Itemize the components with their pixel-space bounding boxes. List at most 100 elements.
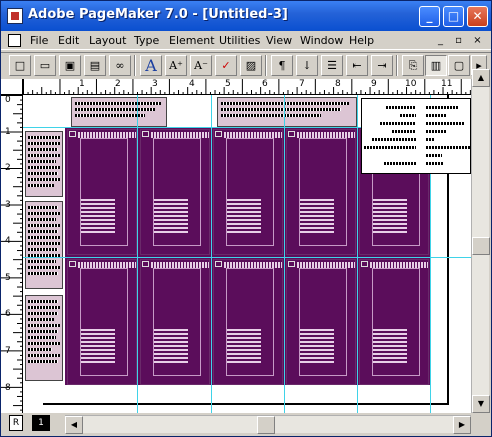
business-card-frame[interactable]	[140, 259, 210, 385]
document-control-icon[interactable]	[8, 34, 21, 47]
vertical-guide[interactable]	[211, 95, 212, 413]
horizontal-scroll-thumb[interactable]	[257, 416, 275, 434]
indent-left-icon[interactable]: ⇤	[346, 55, 368, 76]
find-binoculars-icon[interactable]: ∞	[109, 55, 131, 76]
ruler-label: 3	[5, 200, 11, 210]
scroll-right-button[interactable]: ▶	[453, 416, 471, 434]
copy-icon[interactable]: ⎘	[402, 55, 424, 76]
print-icon[interactable]: ▤	[84, 55, 106, 76]
scroll-up-button[interactable]: ▲	[472, 69, 490, 87]
text-line	[28, 172, 58, 175]
minimize-button[interactable]: _	[419, 6, 440, 27]
horizontal-scrollbar[interactable]: ◀ ▶	[65, 415, 471, 434]
toolbar-separator	[134, 55, 136, 76]
type-size-icon[interactable]: A	[140, 55, 162, 76]
paragraph-icon[interactable]: ¶	[271, 55, 293, 76]
header-frame-left[interactable]	[71, 97, 167, 127]
text-flow-icon[interactable]: ↓	[296, 55, 318, 76]
bullets-icon[interactable]: ☰	[321, 55, 343, 76]
title-bar[interactable]: Adobe PageMaker 7.0 - [Untitled-3] _ □ ✕	[1, 1, 491, 31]
open-folder-icon[interactable]: ▭	[34, 55, 56, 76]
doc-close-button[interactable]: ×	[470, 34, 485, 47]
sidebar-frame-1[interactable]	[25, 131, 63, 197]
scroll-down-button[interactable]: ▼	[472, 395, 490, 413]
horizontal-guide[interactable]	[23, 257, 471, 258]
card-body-text	[373, 198, 407, 234]
vertical-guide[interactable]	[357, 95, 358, 413]
page-1-tab[interactable]: 1	[32, 415, 50, 431]
vertical-scrollbar[interactable]: ▲ ▼	[471, 69, 490, 413]
text-line	[28, 312, 58, 315]
ruler-ticks	[23, 79, 471, 94]
vertical-guide[interactable]	[284, 95, 285, 413]
increase-size-icon[interactable]: A⁺	[165, 55, 187, 76]
decrease-size-icon[interactable]: A⁻	[190, 55, 212, 76]
menu-element[interactable]: Element	[169, 34, 215, 47]
business-card-frame[interactable]	[213, 259, 283, 385]
close-button[interactable]: ✕	[467, 6, 488, 27]
ruler-label: 1	[79, 79, 85, 89]
floating-text-frame[interactable]	[361, 98, 471, 174]
card-body-text	[81, 198, 115, 234]
business-card-frame[interactable]	[286, 129, 356, 255]
horizontal-ruler[interactable]: 1 2 3 4 5 6 7 8 9 10 11	[23, 79, 471, 95]
ruler-label: 4	[189, 79, 195, 89]
ruler-label: 6	[5, 309, 11, 319]
ruler-label: 6	[262, 79, 268, 89]
menu-file[interactable]: File	[30, 34, 48, 47]
text-line	[372, 138, 416, 141]
vertical-scroll-thumb[interactable]	[472, 237, 490, 255]
save-icon[interactable]: ▣	[59, 55, 81, 76]
new-document-icon[interactable]: □	[9, 55, 31, 76]
menu-view[interactable]: View	[266, 34, 292, 47]
text-line	[28, 166, 60, 169]
fill-stroke-icon[interactable]: ▨	[240, 55, 262, 76]
menu-edit[interactable]: Edit	[58, 34, 79, 47]
menu-layout[interactable]: Layout	[89, 34, 126, 47]
text-line	[221, 108, 341, 111]
business-card-frame[interactable]	[213, 129, 283, 255]
doc-restore-button[interactable]: ▫	[451, 34, 466, 47]
text-line	[28, 342, 60, 345]
business-card-frame[interactable]	[359, 259, 429, 385]
business-card-frame[interactable]	[67, 129, 137, 255]
menu-bar: File Edit Layout Type Element Utilities …	[1, 31, 491, 50]
vertical-ruler[interactable]: 0 1 2 3 4 5 6 7 8	[1, 95, 23, 413]
menu-help[interactable]: Help	[349, 34, 374, 47]
text-line	[28, 242, 60, 245]
text-line	[28, 354, 60, 357]
vertical-guide[interactable]	[137, 95, 138, 413]
frame-icon	[288, 131, 295, 137]
maximize-button[interactable]: □	[443, 6, 464, 27]
menu-type[interactable]: Type	[134, 34, 159, 47]
text-line	[28, 266, 60, 269]
scroll-left-button[interactable]: ◀	[65, 416, 83, 434]
text-line	[28, 178, 60, 181]
spell-check-icon[interactable]: ✓	[215, 55, 237, 76]
text-line	[426, 130, 446, 133]
text-line	[384, 162, 416, 165]
header-frame-right[interactable]	[217, 97, 357, 127]
text-line	[28, 218, 56, 221]
frame-icon	[69, 131, 76, 137]
master-page-tab[interactable]: R	[9, 415, 23, 431]
layout-canvas[interactable]	[23, 95, 471, 413]
text-line	[28, 360, 58, 363]
window-title: Adobe PageMaker 7.0 - [Untitled-3]	[28, 7, 288, 22]
business-card-frame[interactable]	[67, 259, 137, 385]
place-icon[interactable]: ▢	[448, 55, 470, 76]
sidebar-frame-2[interactable]	[25, 201, 63, 289]
sidebar-frame-3[interactable]	[25, 295, 63, 381]
menu-window[interactable]: Window	[300, 34, 343, 47]
business-card-frame[interactable]	[286, 259, 356, 385]
doc-minimize-button[interactable]: _	[433, 34, 448, 47]
menu-utilities[interactable]: Utilities	[219, 34, 260, 47]
pagemaker-app-icon[interactable]	[7, 8, 23, 24]
paste-icon[interactable]: ▥	[425, 55, 447, 76]
business-card-frame[interactable]	[140, 129, 210, 255]
ruler-origin[interactable]	[1, 79, 23, 95]
text-line	[28, 154, 60, 157]
text-line	[28, 206, 58, 209]
ruler-label: 2	[5, 163, 11, 173]
indent-right-icon[interactable]: ⇥	[371, 55, 393, 76]
